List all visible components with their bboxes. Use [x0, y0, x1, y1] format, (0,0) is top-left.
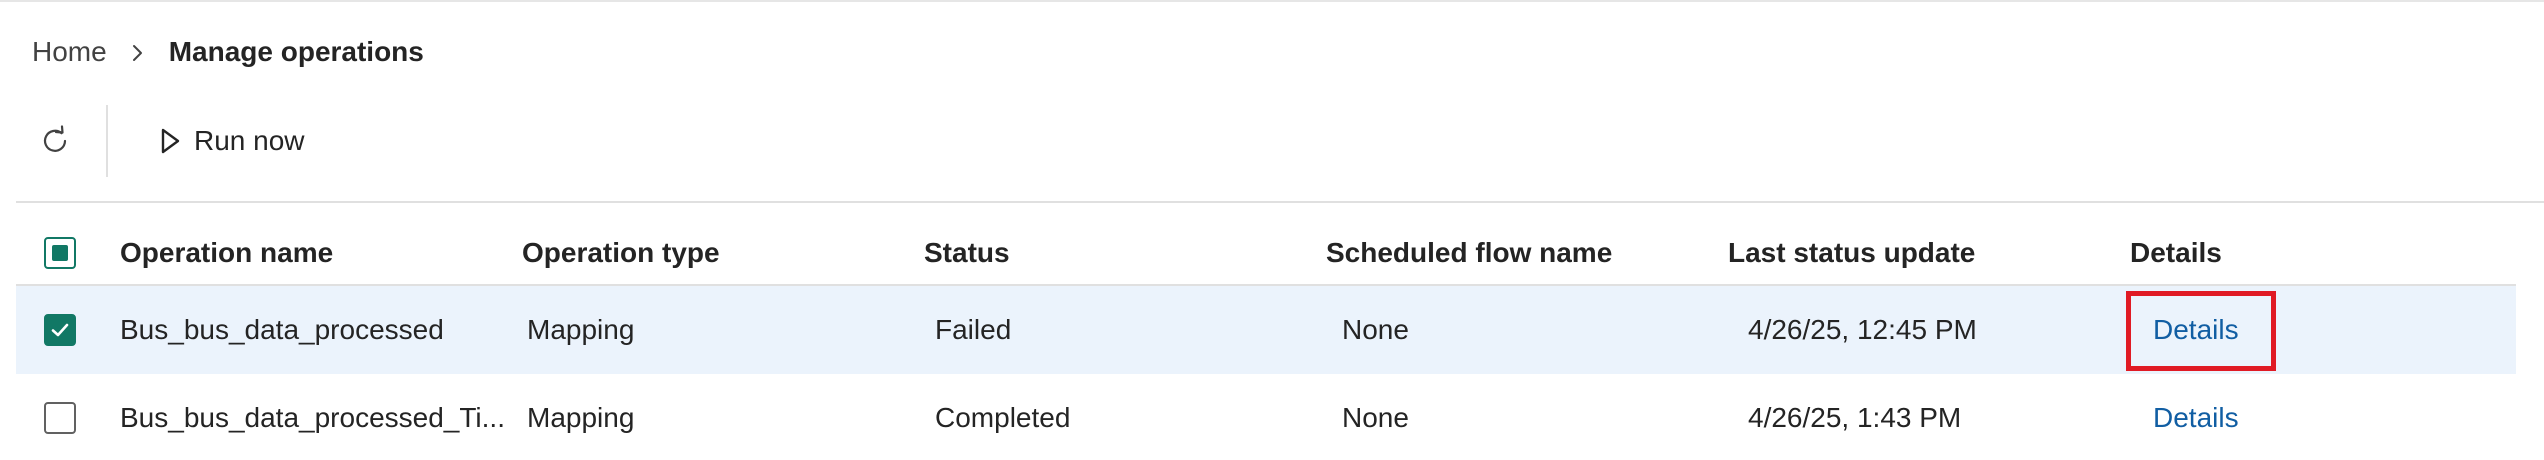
table-row[interactable]: Bus_bus_data_processed Mapping Failed No…: [16, 286, 2516, 374]
status-cell: Completed: [935, 402, 1071, 433]
toolbar-divider: [106, 105, 108, 177]
manage-operations-page: Home Manage operations Run now Operation…: [0, 0, 2544, 460]
mixed-indicator: [52, 245, 68, 261]
operation-type-cell: Mapping: [527, 402, 635, 433]
refresh-button[interactable]: [30, 115, 82, 167]
column-header-scheduled-flow-name[interactable]: Scheduled flow name: [1326, 237, 1728, 269]
operations-table: Operation name Operation type Status Sch…: [16, 222, 2516, 460]
play-icon: [161, 128, 180, 154]
column-header-operation-type[interactable]: Operation type: [522, 237, 924, 269]
row-checkbox[interactable]: [44, 402, 76, 434]
last-update-cell: 4/26/25, 1:43 PM: [1748, 402, 1962, 433]
select-all-checkbox[interactable]: [44, 237, 76, 269]
operation-type-cell: Mapping: [527, 314, 635, 345]
toolbar-separator: [16, 201, 2544, 203]
status-cell: Failed: [935, 314, 1012, 345]
toolbar: Run now: [30, 104, 305, 178]
chevron-right-icon: [121, 40, 155, 64]
table-header-row: Operation name Operation type Status Sch…: [16, 222, 2516, 286]
column-header-operation-name[interactable]: Operation name: [120, 237, 522, 269]
breadcrumb-home-link[interactable]: Home: [32, 36, 107, 68]
column-header-last-status-update[interactable]: Last status update: [1728, 237, 2130, 269]
column-header-details: Details: [2130, 237, 2222, 268]
details-link[interactable]: Details: [2153, 314, 2239, 345]
details-link[interactable]: Details: [2153, 402, 2239, 433]
scheduled-flow-cell: None: [1342, 402, 1409, 433]
refresh-icon: [43, 125, 67, 152]
run-now-button[interactable]: Run now: [158, 115, 305, 167]
column-header-status[interactable]: Status: [924, 237, 1326, 269]
breadcrumb-current: Manage operations: [168, 36, 424, 67]
operation-name-cell: Bus_bus_data_processed_Ti...: [120, 402, 505, 433]
scheduled-flow-cell: None: [1342, 314, 1409, 345]
operation-name-cell: Bus_bus_data_processed: [120, 314, 444, 345]
table-row[interactable]: Bus_bus_data_processed_Ti... Mapping Com…: [16, 374, 2516, 460]
top-divider: [0, 0, 2544, 2]
run-now-label: Run now: [194, 125, 305, 156]
row-checkbox[interactable]: [44, 314, 76, 346]
last-update-cell: 4/26/25, 12:45 PM: [1748, 314, 1977, 345]
checkmark-icon: [51, 323, 69, 337]
breadcrumb: Home Manage operations: [32, 32, 424, 72]
